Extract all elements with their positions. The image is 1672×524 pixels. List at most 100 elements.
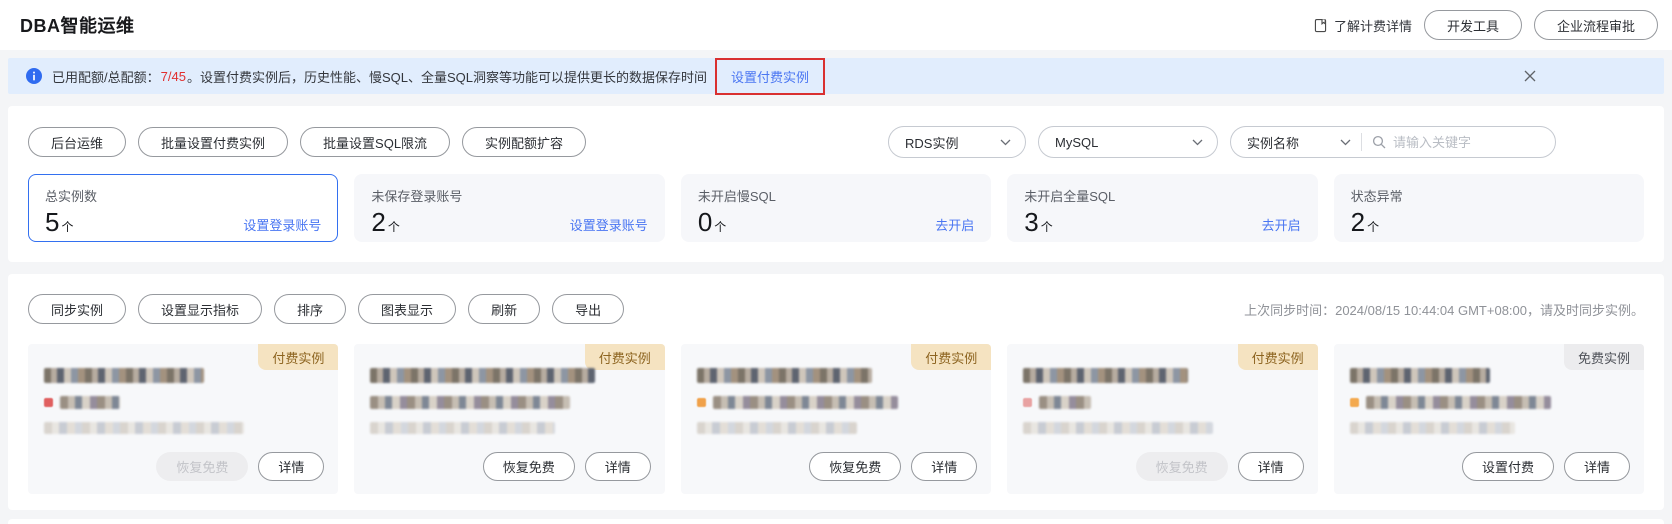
- stat-unit: 个: [61, 220, 74, 234]
- instance-card: 付费实例 恢复免费 详情: [1007, 344, 1318, 494]
- learn-billing-link[interactable]: 了解计费详情: [1313, 16, 1412, 35]
- overview-panel: 后台运维 批量设置付费实例 批量设置SQL限流 实例配额扩容 RDS实例 MyS…: [8, 106, 1664, 262]
- stat-card-full-sql-off[interactable]: 未开启全量SQL 3个 去开启: [1007, 174, 1318, 242]
- redacted-instance-meta: [44, 422, 244, 434]
- close-icon[interactable]: [1524, 70, 1536, 82]
- redacted-status-text: [60, 396, 120, 409]
- set-display-metrics-button[interactable]: 设置显示指标: [138, 294, 263, 324]
- sync-time-label: 上次同步时间：: [1244, 302, 1336, 318]
- chevron-down-icon: [1000, 139, 1011, 146]
- batch-sql-throttle-button[interactable]: 批量设置SQL限流: [300, 127, 451, 157]
- chart-display-button[interactable]: 图表显示: [358, 294, 457, 324]
- last-sync-time: 上次同步时间：2024/08/15 10:44:04 GMT+08:00，请及时…: [1244, 300, 1644, 319]
- stat-card-total-instances[interactable]: 总实例数 5个 设置登录账号: [28, 174, 339, 242]
- quota-label: 已用配额/总配额：: [52, 69, 160, 85]
- redacted-instance-name: [1023, 368, 1189, 383]
- status-dot: [696, 398, 706, 407]
- overview-toolbar-buttons: 后台运维 批量设置付费实例 批量设置SQL限流 实例配额扩容: [28, 127, 587, 157]
- search-field-value: 实例名称: [1247, 135, 1300, 151]
- enterprise-approval-button[interactable]: 企业流程审批: [1533, 10, 1658, 40]
- redacted-instance-meta: [1023, 422, 1214, 434]
- paid-instance-badge: 付费实例: [1237, 344, 1318, 370]
- engine-select[interactable]: MySQL: [1038, 126, 1218, 158]
- backend-ops-button[interactable]: 后台运维: [28, 127, 127, 157]
- stat-value: 2: [371, 207, 386, 237]
- go-enable-link[interactable]: 去开启: [935, 215, 974, 236]
- engine-value: MySQL: [1055, 134, 1099, 150]
- redacted-instance-meta: [696, 422, 857, 434]
- restore-free-button: 恢复免费: [156, 452, 249, 481]
- details-button[interactable]: 详情: [911, 452, 978, 481]
- instance-cards-row: 付费实例 恢复免费 详情 付费实例 恢复免费 详情 付费实例 恢复免费 详情 付…: [28, 344, 1645, 494]
- instance-type-select[interactable]: RDS实例: [888, 126, 1026, 158]
- sync-time-value: 2024/08/15 10:44:04 GMT+08:00，请及时同步实例。: [1335, 302, 1644, 318]
- instances-panel: 同步实例 设置显示指标 排序 图表显示 刷新 导出 上次同步时间：2024/08…: [8, 274, 1664, 510]
- redacted-status-text: [1365, 396, 1551, 409]
- stat-label: 状态异常: [1350, 189, 1403, 204]
- search-field-select[interactable]: 实例名称: [1247, 133, 1351, 152]
- redacted-instance-name: [370, 368, 596, 383]
- stat-unit: 个: [714, 220, 727, 234]
- instance-card: 付费实例 恢复免费 详情: [354, 344, 665, 494]
- redacted-instance-meta: [370, 422, 556, 434]
- restore-free-button: 恢复免费: [1135, 452, 1228, 481]
- status-dot: [1023, 398, 1033, 407]
- redacted-instance-name: [696, 368, 872, 383]
- chevron-down-icon: [1340, 139, 1351, 146]
- banner-message: 。设置付费实例后，历史性能、慢SQL、全量SQL洞察等功能可以提供更长的数据保存…: [186, 69, 707, 85]
- instance-card: 付费实例 恢复免费 详情: [680, 344, 992, 494]
- stat-card-unsaved-accounts[interactable]: 未保存登录账号 2个 设置登录账号: [354, 174, 665, 242]
- restore-free-button[interactable]: 恢复免费: [809, 452, 902, 481]
- stat-label: 未开启全量SQL: [1024, 189, 1116, 204]
- stat-card-abnormal-status[interactable]: 状态异常 2个: [1333, 174, 1645, 242]
- overview-filters: RDS实例 MySQL 实例名称: [888, 126, 1644, 158]
- set-paid-instance-link[interactable]: 设置付费实例: [731, 67, 809, 86]
- billing-doc-icon: [1313, 18, 1328, 33]
- refresh-button[interactable]: 刷新: [468, 294, 541, 324]
- set-paid-button[interactable]: 设置付费: [1462, 452, 1555, 481]
- stat-unit: 个: [387, 220, 400, 234]
- banner-text: 已用配额/总配额： 7/45 。设置付费实例后，历史性能、慢SQL、全量SQL洞…: [52, 67, 707, 86]
- paid-instance-badge: 付费实例: [584, 344, 665, 370]
- divider: [1361, 133, 1362, 151]
- dev-tools-button[interactable]: 开发工具: [1423, 10, 1522, 40]
- stat-unit: 个: [1040, 220, 1053, 234]
- stat-value: 3: [1024, 207, 1039, 237]
- stat-card-slow-sql-off[interactable]: 未开启慢SQL 0个 去开启: [680, 174, 992, 242]
- stat-label: 总实例数: [45, 189, 98, 204]
- go-enable-link[interactable]: 去开启: [1262, 215, 1301, 236]
- instance-card: 付费实例 恢复免费 详情: [28, 344, 339, 494]
- instance-type-value: RDS实例: [905, 135, 959, 151]
- paid-instance-badge: 付费实例: [258, 344, 339, 370]
- status-dot: [44, 398, 53, 407]
- sort-button[interactable]: 排序: [274, 294, 347, 324]
- instances-toolbar: 同步实例 设置显示指标 排序 图表显示 刷新 导出 上次同步时间：2024/08…: [28, 294, 1644, 324]
- stat-label: 未开启慢SQL: [697, 189, 776, 204]
- details-button[interactable]: 详情: [258, 452, 325, 481]
- restore-free-button[interactable]: 恢复免费: [482, 452, 575, 481]
- info-icon: [26, 68, 42, 84]
- set-login-account-link[interactable]: 设置登录账号: [570, 215, 648, 236]
- quota-expand-button[interactable]: 实例配额扩容: [462, 127, 587, 157]
- redacted-instance-name: [1349, 368, 1490, 383]
- details-button[interactable]: 详情: [1564, 452, 1631, 481]
- details-button[interactable]: 详情: [584, 452, 651, 481]
- stat-cards-row: 总实例数 5个 设置登录账号 未保存登录账号 2个 设置登录账号 未开启慢SQL…: [28, 174, 1645, 242]
- instances-toolbar-buttons: 同步实例 设置显示指标 排序 图表显示 刷新 导出: [28, 294, 625, 324]
- quota-banner: 已用配额/总配额： 7/45 。设置付费实例后，历史性能、慢SQL、全量SQL洞…: [8, 57, 1664, 95]
- annotation-highlight-box: 设置付费实例: [714, 57, 825, 95]
- quota-value: 7/45: [160, 68, 186, 84]
- sync-instances-button[interactable]: 同步实例: [28, 294, 127, 324]
- status-dot: [1349, 398, 1359, 407]
- next-panel-edge: [8, 519, 1664, 524]
- stat-value: 0: [697, 207, 713, 237]
- export-button[interactable]: 导出: [552, 294, 625, 324]
- paid-instance-badge: 付费实例: [911, 344, 992, 370]
- redacted-status-text: [370, 396, 571, 409]
- details-button[interactable]: 详情: [1237, 452, 1304, 481]
- search-input[interactable]: [1393, 134, 1543, 150]
- set-login-account-link[interactable]: 设置登录账号: [243, 215, 321, 236]
- stat-unit: 个: [1367, 220, 1380, 234]
- free-instance-badge: 免费实例: [1564, 344, 1645, 370]
- batch-set-paid-button[interactable]: 批量设置付费实例: [138, 127, 289, 157]
